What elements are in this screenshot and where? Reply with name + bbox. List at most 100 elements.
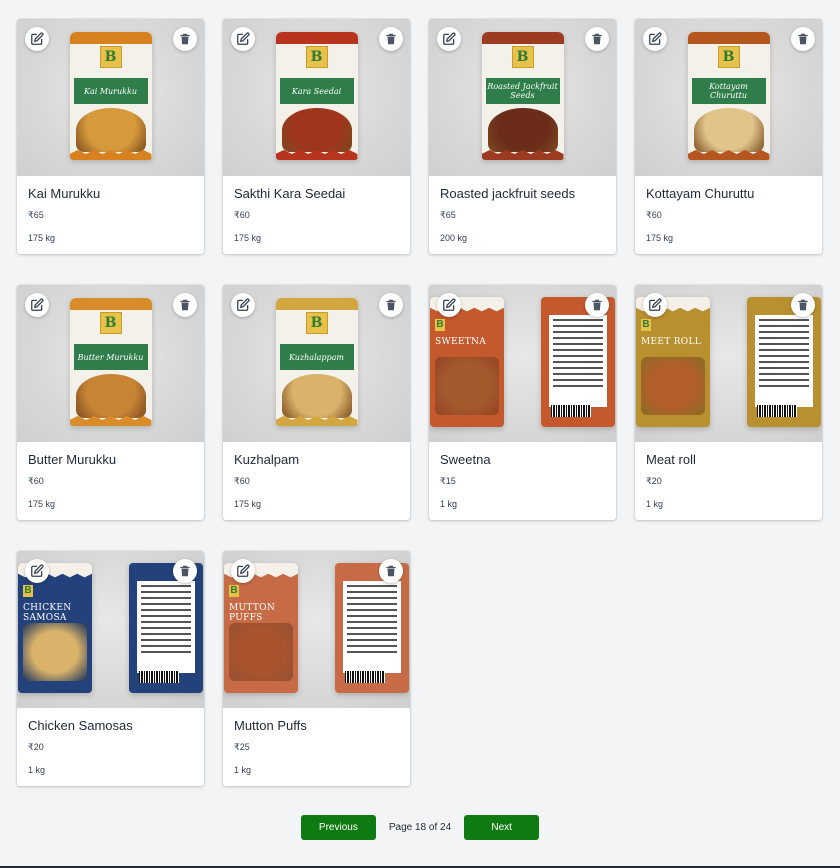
product-weight: 175 kg <box>646 233 674 243</box>
brand-logo: B <box>99 312 122 334</box>
product-card[interactable]: B MUTTON PUFFS Mutton Puffs ₹25 1 kg <box>223 551 410 786</box>
package-back <box>747 297 821 427</box>
product-image: B Roasted Jackfruit Seeds <box>429 19 616 176</box>
food-image <box>229 623 293 681</box>
product-image: B Kai Murukku <box>17 19 204 176</box>
product-card[interactable]: B Kara Seedai Sakthi Kara Seedai ₹60 175 … <box>223 19 410 254</box>
page-indicator: Page 18 of 24 <box>388 822 452 833</box>
package-front: B SWEETNA <box>430 297 504 427</box>
product-image: B CHICKEN SAMOSA <box>17 551 204 708</box>
edit-button[interactable] <box>437 27 461 51</box>
package-title: SWEETNA <box>435 337 487 347</box>
edit-icon <box>237 298 250 311</box>
food-image <box>435 357 499 415</box>
nutrition-label <box>343 581 401 673</box>
product-price: ₹60 <box>646 210 662 220</box>
edit-button[interactable] <box>231 27 255 51</box>
product-card[interactable]: B SWEETNA Sweetna ₹15 1 kg <box>429 285 616 520</box>
product-weight: 175 kg <box>28 233 56 243</box>
product-price: ₹20 <box>646 476 662 486</box>
product-weight: 175 kg <box>234 233 262 243</box>
delete-button[interactable] <box>585 27 609 51</box>
brand-logo: B <box>511 46 534 68</box>
brand-logo: B <box>99 46 122 68</box>
previous-button[interactable]: Previous <box>300 815 376 840</box>
product-card[interactable]: B CHICKEN SAMOSA Chicken Samosas ₹20 1 kg <box>17 551 204 786</box>
pagination: Previous Page 18 of 24 Next <box>0 815 840 840</box>
product-card[interactable]: B Roasted Jackfruit Seeds Roasted jackfru… <box>429 19 616 254</box>
edit-icon <box>237 564 250 577</box>
brand-logo: B <box>305 312 328 334</box>
product-name: Chicken Samosas <box>28 718 133 733</box>
package-back <box>335 563 409 693</box>
product-weight: 1 kg <box>440 499 458 509</box>
barcode <box>345 671 385 683</box>
edit-button[interactable] <box>437 293 461 317</box>
edit-icon <box>443 298 456 311</box>
edit-icon <box>443 32 456 45</box>
product-card[interactable]: B Kai Murukku Kai Murukku ₹65 175 kg <box>17 19 204 254</box>
food-image <box>281 108 352 152</box>
product-image: B SWEETNA <box>429 285 616 442</box>
package-front: B MUTTON PUFFS <box>224 563 298 693</box>
delete-button[interactable] <box>791 27 815 51</box>
edit-icon <box>31 298 44 311</box>
product-image: B Butter Murukku <box>17 285 204 442</box>
delete-button[interactable] <box>585 293 609 317</box>
delete-button[interactable] <box>173 559 197 583</box>
delete-button[interactable] <box>791 293 815 317</box>
brand-logo: B <box>641 319 651 331</box>
edit-button[interactable] <box>643 27 667 51</box>
package-title: Kai Murukku <box>73 78 148 104</box>
delete-button[interactable] <box>379 27 403 51</box>
trash-icon <box>798 299 808 311</box>
product-price: ₹60 <box>234 476 250 486</box>
edit-button[interactable] <box>643 293 667 317</box>
edit-icon <box>31 564 44 577</box>
edit-button[interactable] <box>231 559 255 583</box>
edit-button[interactable] <box>25 27 49 51</box>
barcode <box>551 405 591 417</box>
product-weight: 175 kg <box>234 499 262 509</box>
edit-button[interactable] <box>25 293 49 317</box>
trash-icon <box>592 299 602 311</box>
package-title: MUTTON PUFFS <box>229 603 276 623</box>
delete-button[interactable] <box>379 559 403 583</box>
product-package: B Roasted Jackfruit Seeds <box>481 32 564 160</box>
product-grid: B Kai Murukku Kai Murukku ₹65 175 kg B Kar… <box>17 19 822 786</box>
product-package: B Kottayam Churuttu <box>687 32 770 160</box>
trash-icon <box>386 33 396 45</box>
product-card[interactable]: B Butter Murukku Butter Murukku ₹60 175 k… <box>17 285 204 520</box>
nutrition-label <box>137 581 195 673</box>
barcode <box>139 671 179 683</box>
food-image <box>75 374 146 418</box>
product-package: B Butter Murukku <box>69 298 152 426</box>
product-image: B Kuzhalappam <box>223 285 410 442</box>
brand-logo: B <box>229 585 239 597</box>
package-back <box>541 297 615 427</box>
food-image <box>641 357 705 415</box>
edit-icon <box>649 298 662 311</box>
product-price: ₹15 <box>440 476 456 486</box>
product-card[interactable]: B Kottayam Churuttu Kottayam Churuttu ₹60… <box>635 19 822 254</box>
next-button[interactable]: Next <box>464 815 540 840</box>
product-name: Roasted jackfruit seeds <box>440 186 576 201</box>
product-price: ₹60 <box>28 476 44 486</box>
product-name: Kai Murukku <box>28 186 101 201</box>
delete-button[interactable] <box>173 293 197 317</box>
delete-button[interactable] <box>379 293 403 317</box>
edit-button[interactable] <box>231 293 255 317</box>
package-title: MEET ROLL <box>641 337 702 347</box>
product-name: Sweetna <box>440 452 491 467</box>
food-image <box>23 623 87 681</box>
product-price: ₹20 <box>28 742 44 752</box>
delete-button[interactable] <box>173 27 197 51</box>
nutrition-label <box>755 315 813 407</box>
edit-button[interactable] <box>25 559 49 583</box>
product-card[interactable]: B MEET ROLL Meat roll ₹20 1 kg <box>635 285 822 520</box>
product-card[interactable]: B Kuzhalappam Kuzhalpam ₹60 175 kg <box>223 285 410 520</box>
trash-icon <box>180 565 190 577</box>
product-weight: 1 kg <box>234 765 252 775</box>
product-weight: 200 kg <box>440 233 468 243</box>
package-title: Roasted Jackfruit Seeds <box>485 78 560 104</box>
